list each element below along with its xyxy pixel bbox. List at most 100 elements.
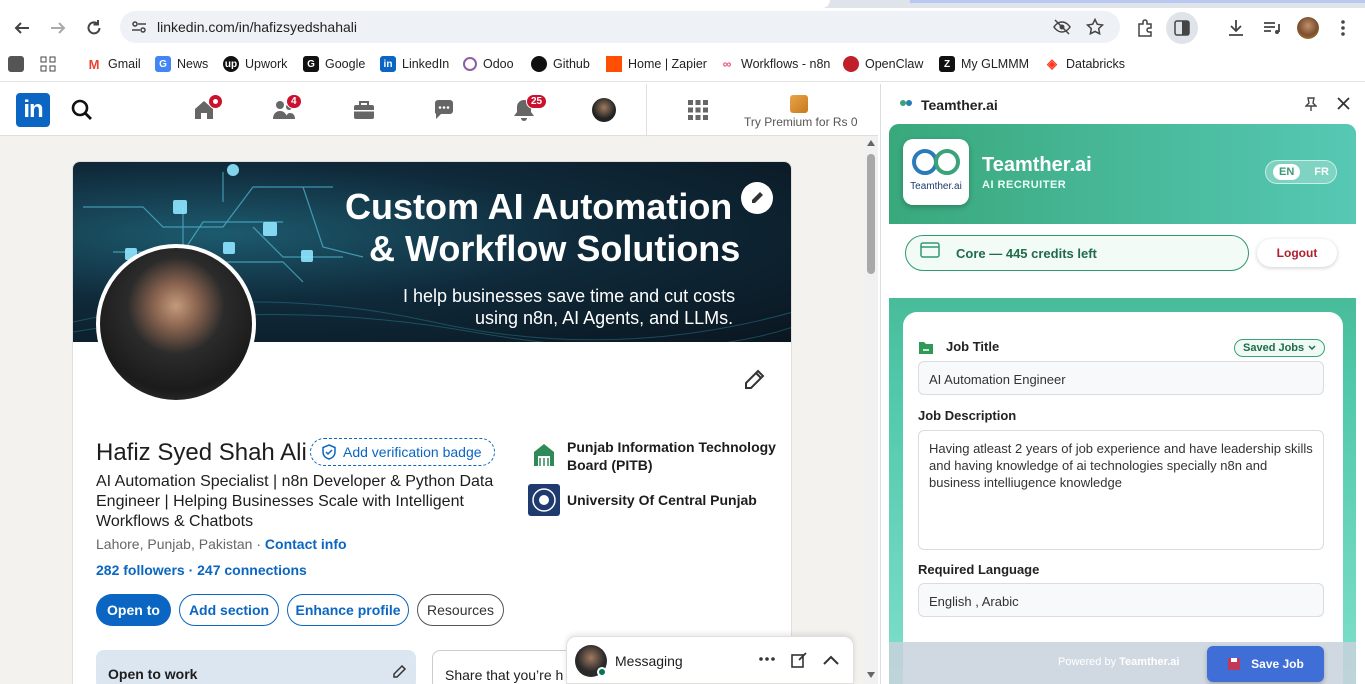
org-pitb[interactable]: Punjab Information Technology Board (PIT…: [567, 438, 777, 474]
side-panel: Teamther.ai Teamther.ai Teamther.ai AI R…: [880, 84, 1365, 684]
scroll-up-arrow-icon[interactable]: [867, 140, 875, 146]
active-tab[interactable]: [0, 0, 830, 8]
language-toggle[interactable]: EN FR: [1265, 160, 1337, 184]
open-to-button[interactable]: Open to: [96, 594, 171, 626]
side-panel-button[interactable]: [1166, 12, 1198, 44]
save-job-button[interactable]: Save Job: [1207, 646, 1324, 682]
me-avatar[interactable]: [592, 98, 616, 122]
network-badge: 4: [286, 94, 302, 109]
premium-link[interactable]: Try Premium for Rs 0: [744, 115, 858, 129]
linkedin-logo[interactable]: in: [16, 93, 50, 127]
bookmark-news[interactable]: G News: [155, 55, 208, 73]
messaging-overlay[interactable]: Messaging: [566, 636, 854, 684]
contact-info-link[interactable]: Contact info: [265, 536, 347, 552]
back-button[interactable]: [10, 16, 34, 40]
tab-search-button[interactable]: [8, 55, 30, 73]
edit-banner-button[interactable]: [741, 182, 773, 214]
apps-button[interactable]: [40, 55, 56, 73]
followers-connections-link[interactable]: 282 followers · 247 connections: [96, 562, 307, 578]
eye-off-icon[interactable]: [1052, 18, 1072, 36]
pin-icon[interactable]: [1305, 97, 1317, 111]
lang-en[interactable]: EN: [1273, 164, 1301, 180]
job-form: Job Title Saved Jobs AI Automation Engin…: [903, 312, 1343, 684]
n8n-icon: ∞: [719, 56, 735, 72]
upwork-icon: up: [223, 56, 239, 72]
bookmark-openclaw[interactable]: OpenClaw: [843, 55, 923, 73]
floppy-disk-icon: [1228, 658, 1241, 670]
powered-by-text: Powered by Teamther.ai: [1058, 656, 1180, 668]
resources-button[interactable]: Resources: [417, 594, 504, 626]
downloads-button[interactable]: [1224, 16, 1248, 40]
extensions-button[interactable]: [1134, 16, 1158, 40]
nav-notifications[interactable]: 25: [512, 94, 548, 127]
teamther-logo: Teamther.ai: [903, 139, 969, 205]
side-panel-title: Teamther.ai: [921, 97, 998, 113]
bookmark-odoo[interactable]: Odoo: [463, 55, 514, 73]
compose-icon[interactable]: [791, 652, 807, 668]
job-title-input[interactable]: AI Automation Engineer: [918, 361, 1324, 395]
bookmark-linkedin[interactable]: in LinkedIn: [380, 55, 449, 73]
close-panel-icon[interactable]: [1337, 97, 1350, 110]
browser-toolbar: linkedin.com/in/hafizsyedshahali: [0, 8, 1365, 46]
more-options-icon[interactable]: [759, 657, 775, 661]
ucp-logo[interactable]: [528, 484, 560, 516]
open-to-work-card[interactable]: Open to work: [96, 650, 416, 684]
required-language-input[interactable]: English , Arabic: [918, 583, 1324, 617]
bookmark-zapier[interactable]: Home | Zapier: [606, 55, 707, 73]
ucp-seal-icon: [532, 488, 556, 512]
enhance-profile-button[interactable]: Enhance profile: [287, 594, 409, 626]
bookmark-upwork[interactable]: up Upwork: [223, 55, 287, 73]
pitb-logo[interactable]: [528, 440, 560, 472]
site-settings-icon[interactable]: [130, 18, 148, 36]
job-description-textarea[interactable]: Having atleast 2 years of job experience…: [918, 430, 1324, 550]
profile-button[interactable]: [1296, 16, 1320, 40]
zapier-icon: [606, 56, 622, 72]
page-scrollbar[interactable]: [864, 136, 878, 684]
messaging-label: Messaging: [615, 653, 683, 669]
bookmark-star-icon[interactable]: [1086, 18, 1104, 36]
profile-photo[interactable]: [96, 244, 256, 404]
side-panel-icon: [1174, 20, 1190, 36]
profile-name: Hafiz Syed Shah Ali: [96, 439, 307, 466]
odoo-icon: [463, 57, 477, 71]
scrollbar-thumb[interactable]: [867, 154, 875, 274]
forward-button[interactable]: [46, 16, 70, 40]
bookmark-gmail[interactable]: M Gmail: [86, 55, 141, 73]
job-title-label: Job Title: [946, 339, 1000, 354]
scroll-down-arrow-icon[interactable]: [867, 672, 875, 678]
folder-icon: [919, 342, 933, 354]
google-icon: G: [303, 56, 319, 72]
bookmark-n8n[interactable]: ∞ Workflows - n8n: [719, 55, 830, 73]
bookmark-github[interactable]: Github: [531, 55, 590, 73]
add-section-button[interactable]: Add section: [179, 594, 279, 626]
search-icon[interactable]: [70, 98, 94, 122]
lang-fr[interactable]: FR: [1314, 166, 1329, 178]
jobs-briefcase-icon[interactable]: [352, 98, 376, 122]
bookmark-google[interactable]: G Google: [303, 55, 365, 73]
url-text[interactable]: linkedin.com/in/hafizsyedshahali: [157, 19, 357, 35]
bookmark-glmmm[interactable]: Z My GLMMM: [939, 55, 1029, 73]
add-verification-button[interactable]: Add verification badge: [310, 438, 495, 466]
address-bar[interactable]: linkedin.com/in/hafizsyedshahali: [120, 11, 1120, 43]
nav-network[interactable]: 4: [272, 94, 302, 127]
saved-jobs-dropdown[interactable]: Saved Jobs: [1234, 339, 1326, 357]
credits-pill: Core — 445 credits left: [905, 235, 1249, 271]
bookmark-databricks[interactable]: ◈ Databricks: [1044, 55, 1125, 73]
logout-button[interactable]: Logout: [1257, 239, 1337, 267]
org-ucp[interactable]: University Of Central Punjab: [567, 492, 757, 508]
profile-headline: AI Automation Specialist | n8n Developer…: [96, 473, 494, 530]
messaging-icon[interactable]: [432, 98, 456, 122]
nav-home[interactable]: [192, 94, 223, 127]
nav-divider: [646, 84, 647, 136]
grid-apps-icon[interactable]: [686, 98, 710, 122]
back-arrow-icon: [14, 22, 29, 34]
download-icon: [1229, 20, 1243, 36]
reload-button[interactable]: [82, 16, 106, 40]
premium-icon[interactable]: [790, 95, 808, 113]
chevron-up-icon[interactable]: [823, 655, 839, 665]
edit-open-to-work-pencil-icon[interactable]: [391, 664, 407, 680]
pitb-emblem-icon: [534, 444, 554, 466]
media-button[interactable]: [1260, 16, 1284, 40]
edit-intro-pencil-icon[interactable]: [742, 368, 766, 392]
chrome-menu-button[interactable]: [1331, 16, 1355, 40]
